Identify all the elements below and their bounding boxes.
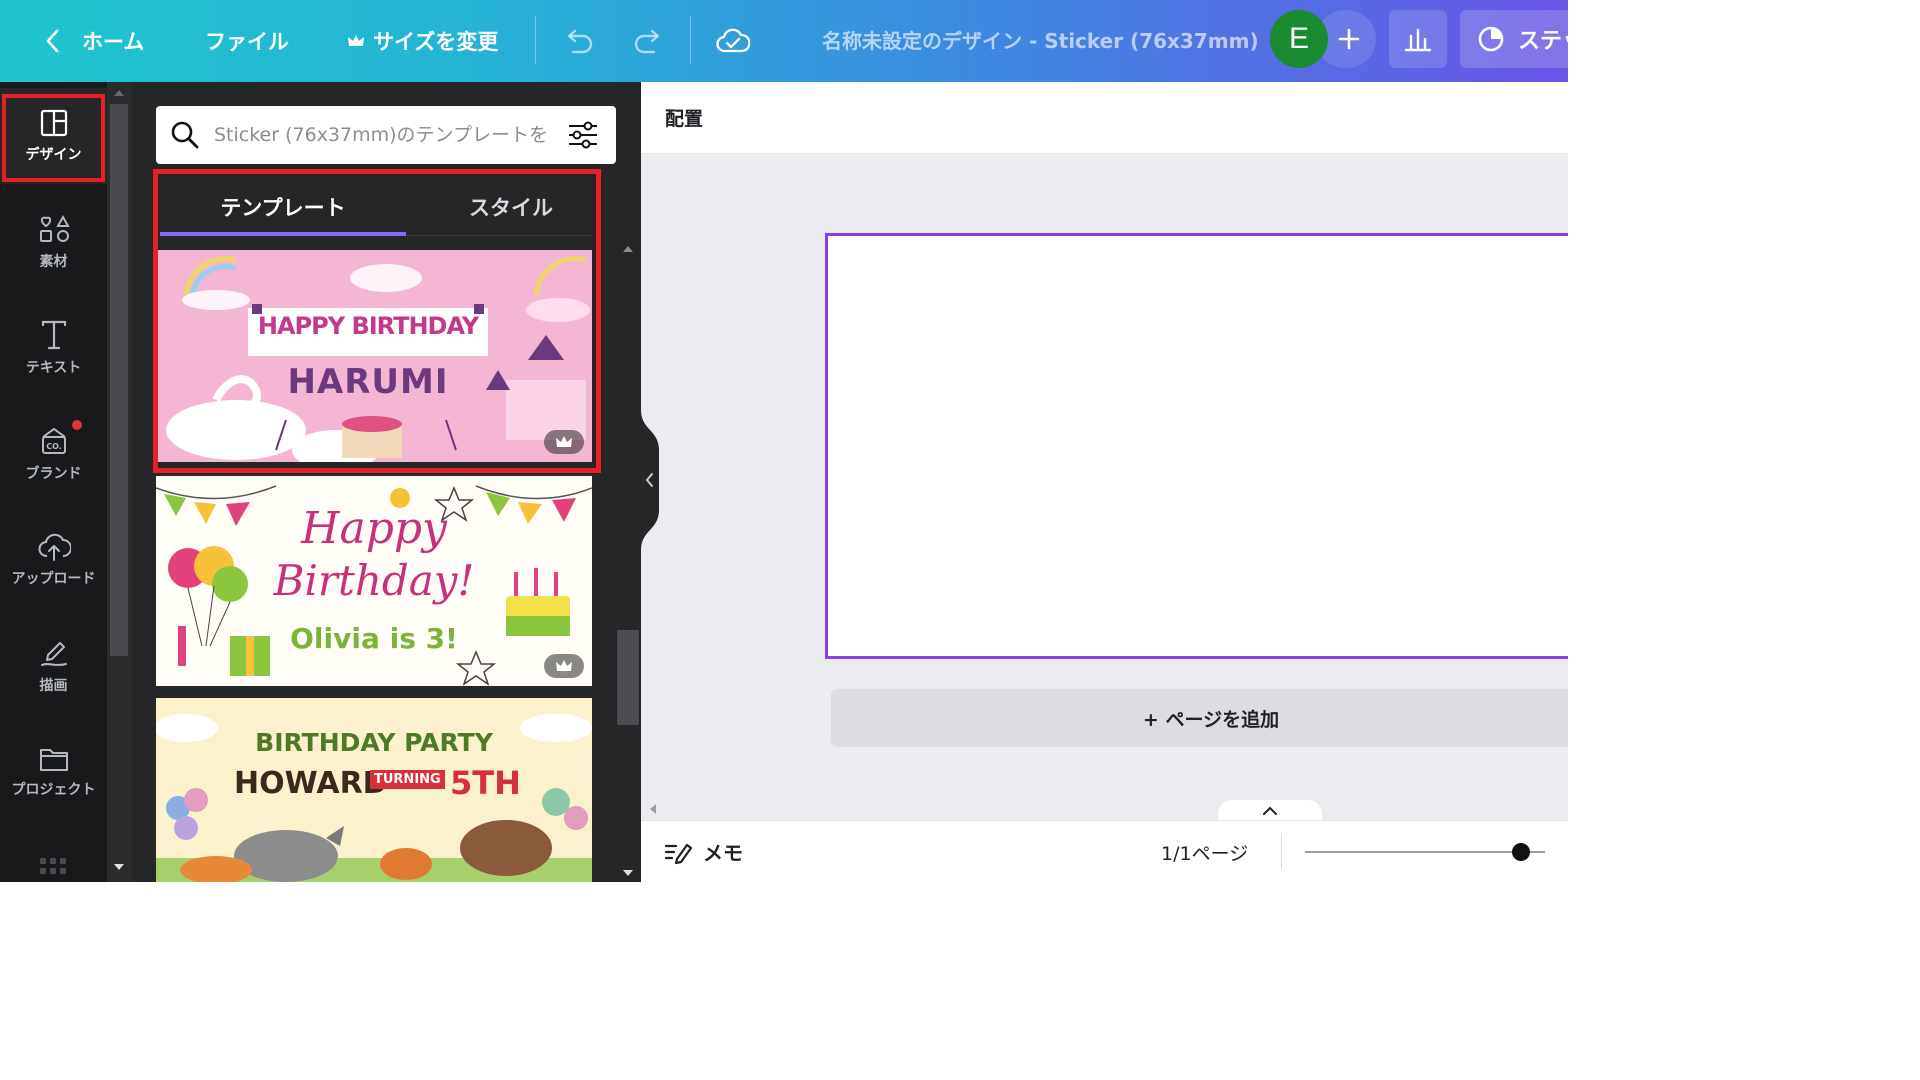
redo-button[interactable] bbox=[632, 0, 664, 82]
editor-window: ホーム ファイル サイズを変更 名称未設定のデザイン - Sticker (76… bbox=[0, 0, 1568, 882]
sidebar-item-draw[interactable]: 描画 bbox=[0, 618, 107, 714]
add-page-button[interactable]: + ページを追加 bbox=[831, 689, 1568, 747]
premium-badge bbox=[544, 430, 584, 454]
sidebar-item-label: テキスト bbox=[25, 360, 82, 376]
bar-chart-icon bbox=[1404, 28, 1432, 52]
upload-icon bbox=[38, 533, 71, 561]
crown-icon bbox=[556, 660, 572, 671]
toolbar-position: 配置 bbox=[641, 82, 1568, 154]
template-age: 5TH bbox=[450, 764, 521, 802]
sidebar-scroll-thumb[interactable] bbox=[110, 104, 128, 656]
panel-scrollbar[interactable] bbox=[616, 238, 640, 882]
pie-icon bbox=[1478, 26, 1504, 52]
shapes-icon bbox=[39, 214, 70, 242]
expand-pages-button[interactable] bbox=[1218, 800, 1322, 822]
notes-button[interactable]: メモ bbox=[663, 837, 743, 866]
chevron-left-icon bbox=[46, 29, 59, 53]
share-label: ステッ bbox=[1518, 29, 1568, 54]
template-heading: BIRTHDAY PARTY bbox=[255, 728, 493, 757]
document-title[interactable]: 名称未設定のデザイン - Sticker (76x37mm) bbox=[822, 0, 1259, 78]
notification-dot bbox=[72, 420, 82, 430]
svg-text:CO.: CO. bbox=[46, 442, 62, 451]
zoom-slider-handle[interactable] bbox=[1512, 843, 1530, 861]
divider bbox=[535, 16, 536, 64]
tab-templates[interactable]: テンプレート bbox=[160, 178, 406, 236]
active-tab-indicator bbox=[160, 232, 406, 236]
folder-icon bbox=[39, 749, 68, 771]
plus-icon bbox=[1338, 28, 1360, 50]
file-menu-button[interactable]: ファイル bbox=[205, 0, 289, 82]
resize-button[interactable]: サイズを変更 bbox=[347, 0, 498, 82]
avatar[interactable]: E bbox=[1270, 10, 1328, 68]
search-input[interactable] bbox=[212, 123, 562, 147]
zoom-slider-track[interactable] bbox=[1305, 851, 1545, 853]
template-script-line-1: Happy bbox=[301, 503, 447, 554]
sidebar-item-label: 描画 bbox=[39, 678, 68, 694]
page-indicator[interactable]: 1/1ページ bbox=[1161, 839, 1248, 866]
template-heading: HAPPY BIRTHDAY bbox=[257, 312, 479, 340]
undo-button[interactable] bbox=[563, 0, 595, 82]
brand-icon: CO. bbox=[41, 427, 66, 454]
panel-scroll-thumb[interactable] bbox=[617, 630, 639, 725]
sidebar-item-text[interactable]: テキスト bbox=[0, 300, 107, 396]
draw-icon bbox=[40, 642, 67, 666]
tab-styles[interactable]: スタイル bbox=[406, 178, 616, 236]
sidebar-item-elements[interactable]: 素材 bbox=[0, 194, 107, 290]
top-bar: ホーム ファイル サイズを変更 名称未設定のデザイン - Sticker (76… bbox=[0, 0, 1568, 82]
template-card-2[interactable]: Happy Birthday! Olivia is 3! bbox=[156, 476, 592, 686]
divider bbox=[690, 16, 691, 64]
sidebar-item-label: 素材 bbox=[39, 254, 68, 270]
premium-badge bbox=[544, 654, 584, 678]
template-badge: TURNING bbox=[370, 770, 445, 789]
scroll-left-icon[interactable] bbox=[648, 802, 658, 816]
sidebar-item-uploads[interactable]: アップロード bbox=[0, 512, 107, 608]
sidebar-item-label: デザイン bbox=[25, 147, 82, 163]
template-name: HARUMI bbox=[287, 362, 449, 402]
layout-icon bbox=[40, 109, 67, 137]
crown-icon bbox=[556, 436, 572, 447]
cloud-check-icon bbox=[716, 28, 750, 53]
sidebar-item-design[interactable]: デザイン bbox=[0, 88, 107, 184]
chevron-up-icon bbox=[1263, 806, 1277, 815]
insights-button[interactable] bbox=[1389, 10, 1447, 68]
file-label: ファイル bbox=[205, 30, 289, 54]
crown-icon bbox=[348, 35, 364, 46]
home-button[interactable]: ホーム bbox=[42, 0, 144, 82]
design-page[interactable] bbox=[825, 233, 1568, 659]
cloud-save-button[interactable] bbox=[716, 0, 750, 82]
sidebar-item-label: プロジェクト bbox=[11, 782, 96, 798]
share-button[interactable]: ステッ bbox=[1460, 10, 1568, 68]
home-label: ホーム bbox=[82, 30, 145, 54]
template-name: Olivia is 3! bbox=[290, 622, 458, 655]
template-card-3[interactable]: BIRTHDAY PARTY HOWARD TURNING 5TH bbox=[156, 698, 592, 882]
scroll-down-icon[interactable] bbox=[112, 862, 126, 872]
sidebar-item-label: アップロード bbox=[11, 571, 96, 587]
scroll-up-icon[interactable] bbox=[112, 88, 126, 98]
search-icon bbox=[171, 121, 199, 149]
redo-icon bbox=[634, 29, 660, 54]
scroll-up-icon[interactable] bbox=[621, 244, 635, 254]
template-name: HOWARD bbox=[234, 766, 388, 801]
template-thumbnail bbox=[156, 250, 592, 462]
apps-grid-icon[interactable] bbox=[40, 858, 68, 878]
sidebar-item-label: ブランド bbox=[25, 466, 82, 482]
text-icon bbox=[41, 320, 66, 350]
template-card-1[interactable]: HAPPY BIRTHDAY HARUMI bbox=[156, 250, 592, 462]
collapse-panel-button[interactable] bbox=[641, 410, 659, 550]
notes-label: メモ bbox=[703, 841, 743, 865]
resize-label: サイズを変更 bbox=[373, 30, 499, 54]
scroll-down-icon[interactable] bbox=[621, 868, 635, 878]
filter-sliders-icon[interactable] bbox=[566, 120, 600, 150]
template-search-bar[interactable] bbox=[156, 106, 616, 164]
divider bbox=[1281, 833, 1282, 869]
bottom-bar: メモ 1/1ページ bbox=[641, 820, 1568, 882]
notes-icon bbox=[664, 843, 693, 864]
template-script-line-2: Birthday! bbox=[273, 556, 475, 605]
sidebar-item-projects[interactable]: プロジェクト bbox=[0, 724, 107, 820]
position-button[interactable]: 配置 bbox=[665, 104, 703, 131]
undo-icon bbox=[567, 29, 593, 54]
sidebar-item-brand[interactable]: CO. ブランド bbox=[0, 406, 107, 502]
